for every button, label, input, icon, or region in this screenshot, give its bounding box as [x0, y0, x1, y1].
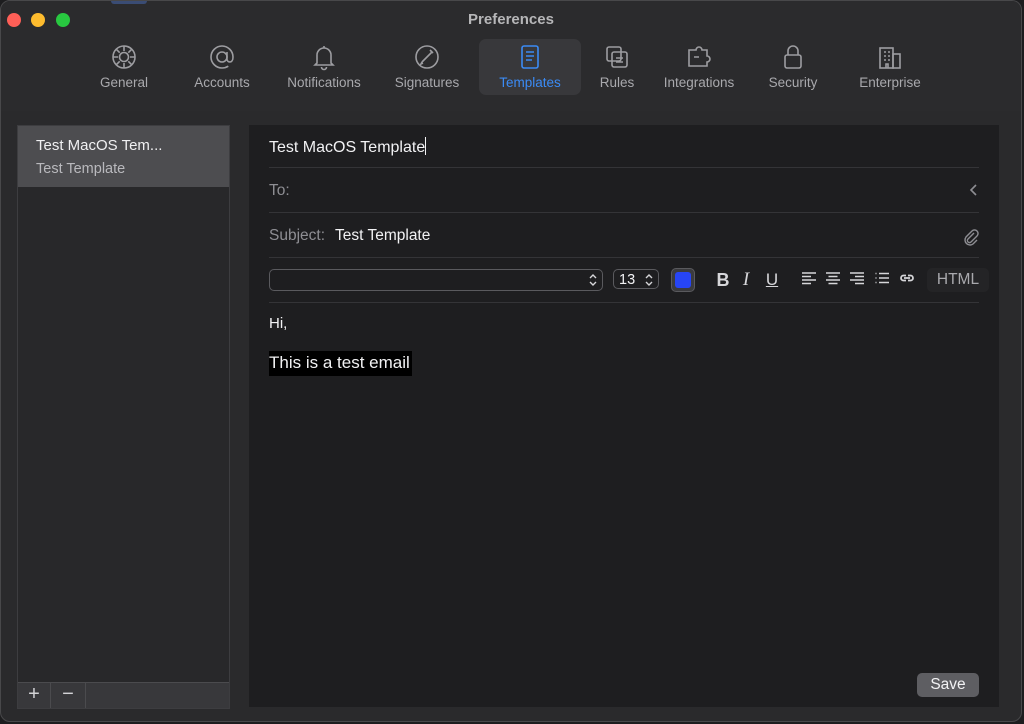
building-icon	[876, 42, 904, 72]
tab-integrations-label: Integrations	[663, 75, 735, 90]
to-field[interactable]: To:	[269, 169, 979, 213]
template-list-footer: + −	[18, 682, 229, 708]
html-mode-button[interactable]: HTML	[927, 268, 989, 292]
bell-icon	[310, 42, 338, 72]
align-right-icon	[850, 272, 864, 285]
tab-general-label: General	[99, 75, 149, 90]
add-template-button[interactable]: +	[18, 683, 51, 708]
rules-icon	[603, 42, 631, 72]
message-body-editor[interactable]: Hi, This is a test email	[269, 313, 979, 653]
tab-notifications[interactable]: Notifications	[277, 39, 371, 95]
signature-icon	[413, 42, 441, 72]
at-icon	[208, 42, 236, 72]
divider	[269, 257, 979, 258]
align-left-icon	[802, 272, 816, 285]
align-center-icon	[826, 272, 840, 285]
underline-button[interactable]: U	[765, 270, 779, 290]
window-edge-highlight	[111, 1, 147, 4]
link-button[interactable]	[898, 270, 916, 290]
tab-enterprise[interactable]: Enterprise	[851, 39, 929, 95]
text-color-well[interactable]	[671, 268, 695, 292]
tab-enterprise-label: Enterprise	[859, 75, 921, 90]
font-family-select[interactable]	[269, 269, 603, 291]
text-cursor	[425, 137, 427, 155]
tab-notifications-label: Notifications	[287, 75, 361, 90]
lock-icon	[779, 42, 807, 72]
tab-rules[interactable]: Rules	[593, 39, 641, 95]
text-color-swatch	[675, 272, 691, 288]
align-left-button[interactable]	[800, 270, 818, 290]
template-item-title: Test MacOS Tem...	[36, 137, 163, 154]
subject-value: Test Template	[335, 227, 431, 244]
list-item[interactable]: Test MacOS Tem... Test Template	[18, 126, 229, 187]
updown-chevron-icon	[589, 274, 597, 286]
tab-rules-label: Rules	[599, 75, 635, 90]
preferences-tabs: General Accounts Notifications Signature…	[1, 39, 1021, 95]
template-item-subtitle: Test Template	[36, 161, 126, 177]
save-button[interactable]: Save	[917, 673, 979, 697]
template-name-value: Test MacOS Template	[269, 139, 426, 156]
body-greeting: Hi,	[269, 315, 288, 332]
chevron-left-icon[interactable]	[969, 183, 979, 202]
puzzle-icon	[685, 42, 713, 72]
bullet-list-icon	[875, 272, 889, 284]
template-name-field[interactable]: Test MacOS Template	[269, 137, 979, 167]
updown-chevron-icon	[645, 274, 653, 286]
font-size-value: 13	[619, 272, 636, 288]
gear-icon	[110, 42, 138, 72]
tab-accounts-label: Accounts	[194, 75, 250, 90]
tab-signatures-label: Signatures	[394, 75, 460, 90]
tab-integrations[interactable]: Integrations	[656, 39, 742, 95]
tab-signatures[interactable]: Signatures	[387, 39, 467, 95]
tab-security-label: Security	[768, 75, 818, 90]
divider	[269, 167, 979, 168]
remove-template-button[interactable]: −	[51, 683, 86, 708]
bold-button[interactable]: B	[715, 270, 731, 290]
tab-accounts[interactable]: Accounts	[182, 39, 262, 95]
link-icon	[900, 274, 914, 282]
align-center-button[interactable]	[824, 270, 842, 290]
document-icon	[516, 42, 544, 72]
tab-security[interactable]: Security	[759, 39, 827, 95]
body-selected-text: This is a test email	[269, 351, 412, 376]
divider	[269, 302, 979, 303]
subject-label: Subject:	[269, 227, 326, 244]
divider	[269, 212, 979, 213]
align-right-button[interactable]	[848, 270, 866, 290]
template-editor: Test MacOS Template To: Subject: Test Te…	[249, 125, 999, 707]
font-size-select[interactable]: 13	[613, 269, 659, 289]
formatting-toolbar: 13 B I U HTML	[269, 268, 991, 294]
to-label: To:	[269, 182, 290, 199]
window-title: Preferences	[468, 11, 554, 28]
tab-templates[interactable]: Templates	[479, 39, 581, 95]
italic-button[interactable]: I	[739, 270, 753, 290]
subject-field[interactable]: Subject: Test Template	[269, 214, 979, 258]
title-bar: Preferences General Accounts Notificatio…	[1, 1, 1021, 111]
tab-general[interactable]: General	[85, 39, 163, 95]
bullet-list-button[interactable]	[873, 270, 891, 290]
paperclip-icon[interactable]	[963, 228, 979, 251]
preferences-window: Preferences General Accounts Notificatio…	[0, 0, 1022, 722]
template-list: Test MacOS Tem... Test Template + −	[17, 125, 230, 709]
tab-templates-label: Templates	[499, 75, 561, 90]
